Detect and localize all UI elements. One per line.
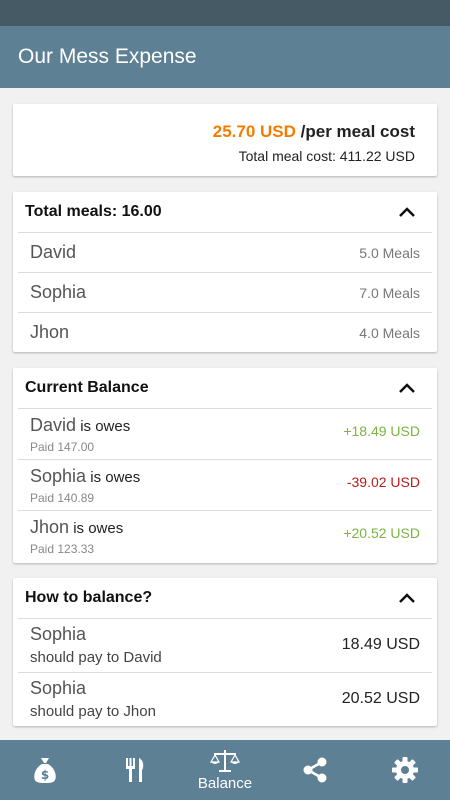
nav-balance-label: Balance xyxy=(197,774,253,792)
balance-scale-icon xyxy=(210,749,240,773)
bottom-navigation: $ Balance xyxy=(0,740,450,800)
settlement-row: Sophia should pay to David 18.49 USD xyxy=(18,618,432,672)
meal-row: Sophia 7.0 Meals xyxy=(18,272,432,312)
settlement-row: Sophia should pay to Jhon 20.52 USD xyxy=(18,672,432,726)
app-title: Our Mess Expense xyxy=(18,45,197,68)
balance-paid: Paid 140.89 xyxy=(30,491,95,505)
meal-count: 4.0 Meals xyxy=(359,324,420,341)
nav-balance[interactable]: Balance xyxy=(180,740,270,800)
how-to-balance-card: How to balance? Sophia should pay to Dav… xyxy=(13,578,437,726)
balance-amount: -39.02 USD xyxy=(346,474,420,490)
balance-card: Current Balance David is owes Paid 147.0… xyxy=(13,368,437,563)
balance-card-title: Current Balance xyxy=(25,379,149,396)
chevron-up-icon[interactable] xyxy=(395,586,419,610)
fork-knife-icon xyxy=(123,756,147,784)
app-bar: Our Mess Expense xyxy=(0,26,450,88)
balance-row: Sophia is owes Paid 140.89 -39.02 USD xyxy=(18,459,432,510)
meal-count: 7.0 Meals xyxy=(359,284,420,301)
meal-member-name: Jhon xyxy=(30,322,70,342)
how-to-balance-header[interactable]: How to balance? xyxy=(13,578,437,618)
balance-row: David is owes Paid 147.00 +18.49 USD xyxy=(18,408,432,459)
meal-member-name: Sophia xyxy=(30,282,87,302)
total-meal-cost: Total meal cost: 411.22 USD xyxy=(238,148,415,164)
chevron-up-icon[interactable] xyxy=(395,200,419,224)
meals-card-header[interactable]: Total meals: 16.00 xyxy=(13,192,437,232)
meals-card: Total meals: 16.00 David 5.0 Meals Sophi… xyxy=(13,192,437,352)
balance-row: Jhon is owes Paid 123.33 +20.52 USD xyxy=(18,510,432,561)
chevron-up-icon[interactable] xyxy=(395,376,419,400)
per-meal-amount: 25.70 USD xyxy=(212,122,296,141)
balance-member-name: David xyxy=(30,415,77,435)
balance-owes-text: is owes xyxy=(76,418,131,435)
balance-paid: Paid 147.00 xyxy=(30,440,95,454)
nav-expense[interactable]: $ xyxy=(0,740,90,800)
balance-card-header[interactable]: Current Balance xyxy=(13,368,437,408)
balance-amount: +20.52 USD xyxy=(343,525,420,541)
balance-owes-text: is owes xyxy=(69,520,124,537)
per-meal-cost: 25.70 USD /per meal cost xyxy=(13,122,415,142)
balance-owes-text: is owes xyxy=(86,469,141,486)
meals-card-title: Total meals: 16.00 xyxy=(25,203,162,220)
svg-text:$: $ xyxy=(41,768,49,782)
money-bag-icon: $ xyxy=(32,756,58,784)
balance-paid: Paid 123.33 xyxy=(30,542,95,556)
share-icon xyxy=(302,757,328,783)
settlement-amount: 20.52 USD xyxy=(341,690,420,707)
how-to-balance-title: How to balance? xyxy=(25,589,153,606)
settlement-amount: 18.49 USD xyxy=(341,636,420,653)
summary-card: 25.70 USD /per meal cost Total meal cost… xyxy=(13,104,437,176)
nav-meals[interactable] xyxy=(90,740,180,800)
nav-share[interactable] xyxy=(270,740,360,800)
nav-settings[interactable] xyxy=(360,740,450,800)
meal-count: 5.0 Meals xyxy=(359,244,420,261)
balance-member-name: Jhon xyxy=(30,517,70,537)
meal-row: Jhon 4.0 Meals xyxy=(18,312,432,352)
balance-member-name: Sophia xyxy=(30,466,87,486)
status-bar xyxy=(0,0,450,26)
meal-member-name: David xyxy=(30,242,77,262)
meal-row: David 5.0 Meals xyxy=(18,232,432,272)
gear-icon xyxy=(391,756,419,784)
per-meal-suffix: /per meal cost xyxy=(295,122,415,141)
balance-amount: +18.49 USD xyxy=(343,423,420,439)
